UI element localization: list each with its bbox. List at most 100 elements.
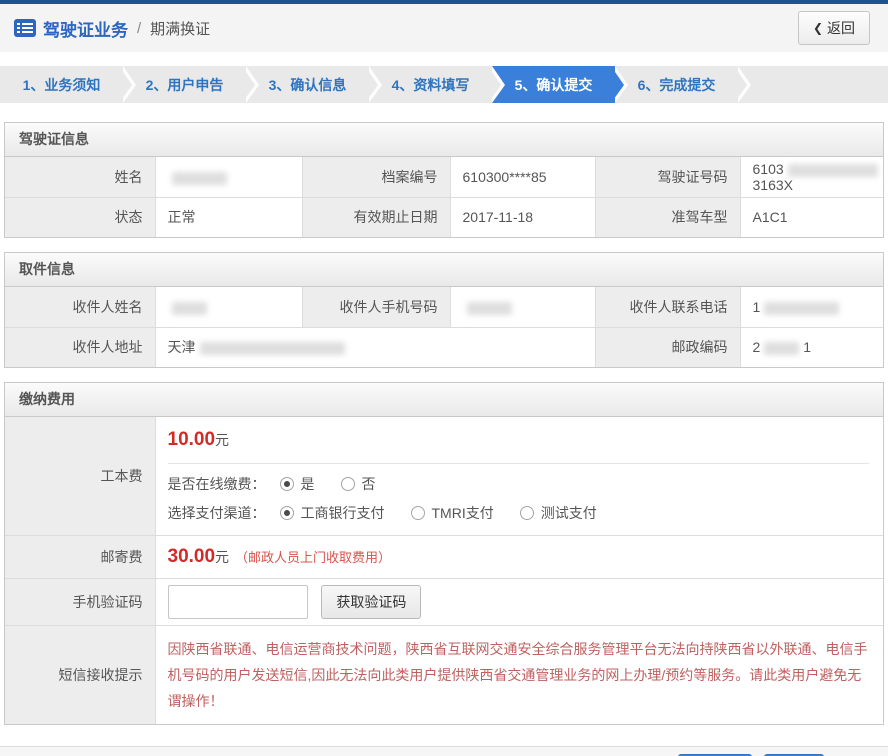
radio-unchecked-icon [411, 506, 425, 520]
step-4-fill-data[interactable]: 4、资料填写 [369, 66, 492, 103]
recipient-name-label: 收件人姓名 [5, 287, 155, 327]
page-title: 驾驶证业务 [43, 16, 128, 41]
license-no-prefix: 6103 [753, 161, 784, 177]
redacted-license-no [788, 164, 878, 177]
channel-tmri-option[interactable]: TMRI支付 [411, 503, 494, 523]
divider [168, 463, 870, 464]
pay-channel-question: 选择支付渠道： [168, 503, 266, 523]
sms-code-input[interactable] [168, 585, 308, 619]
table-row: 收件人姓名 收件人手机号码 收件人联系电话 1 [5, 287, 883, 327]
postcode-value: 21 [740, 327, 883, 367]
step-3-confirm-info[interactable]: 3、确认信息 [246, 66, 369, 103]
license-info-section: 驾驶证信息 姓名 档案编号 610300****85 驾驶证号码 6103316… [4, 122, 884, 238]
get-code-button[interactable]: 获取验证码 [321, 585, 421, 619]
redacted-name [172, 172, 227, 185]
postcode-prefix: 2 [753, 339, 761, 355]
channel-icbc-label: 工商银行支付 [301, 503, 385, 523]
step-5-confirm-submit[interactable]: 5、确认提交 [492, 66, 615, 103]
channel-icbc-option[interactable]: 工商银行支付 [280, 503, 385, 523]
recipient-name-value [155, 287, 302, 327]
step-label: 1、业务须知 [23, 75, 101, 95]
online-pay-yes-option[interactable]: 是 [280, 474, 315, 494]
valid-until-value: 2017-11-18 [450, 197, 595, 237]
channel-test-label: 测试支付 [541, 503, 597, 523]
recipient-mobile-value [450, 287, 595, 327]
back-button[interactable]: ❮ 返回 [798, 11, 870, 45]
table-row: 手机验证码 获取验证码 [5, 579, 883, 626]
redacted-mobile [467, 302, 512, 315]
table-row: 收件人地址 天津 邮政编码 21 [5, 327, 883, 367]
table-row: 短信接收提示 因陕西省联通、电信运营商技术问题，陕西省互联网交通安全综合服务管理… [5, 626, 883, 725]
sms-tip-text: 因陕西省联通、电信运营商技术问题，陕西省互联网交通安全综合服务管理平台无法向持陕… [168, 636, 870, 714]
license-no-value: 61033163X [740, 157, 883, 197]
redacted-recipient-name [172, 302, 207, 315]
currency-unit: 元 [215, 549, 229, 565]
pickup-info-table: 收件人姓名 收件人手机号码 收件人联系电话 1 收件人地址 天津 邮政编码 21 [5, 287, 883, 367]
online-pay-question: 是否在线缴费： [168, 474, 266, 494]
breadcrumb-current: 期满换证 [150, 18, 210, 39]
postcode-suffix: 1 [803, 339, 811, 355]
step-label: 3、确认信息 [269, 75, 347, 95]
channel-tmri-label: TMRI支付 [432, 503, 494, 523]
radio-unchecked-icon [341, 477, 355, 491]
vehicle-class-value: A1C1 [740, 197, 883, 237]
name-value [155, 157, 302, 197]
phone-prefix: 1 [753, 299, 761, 315]
list-icon [14, 19, 36, 37]
fees-table: 工本费 10.00元 是否在线缴费： 是 否 [5, 417, 883, 724]
channel-test-option[interactable]: 测试支付 [520, 503, 597, 523]
file-no-label: 档案编号 [302, 157, 450, 197]
sms-tip-cell: 因陕西省联通、电信运营商技术问题，陕西省互联网交通安全综合服务管理平台无法向持陕… [155, 626, 883, 725]
postcode-label: 邮政编码 [595, 327, 740, 367]
recipient-address-value: 天津 [155, 327, 595, 367]
redacted-address [200, 342, 345, 355]
radio-checked-icon [280, 477, 294, 491]
redacted-postcode [764, 342, 799, 355]
recipient-address-label: 收件人地址 [5, 327, 155, 367]
step-label: 4、资料填写 [392, 75, 470, 95]
breadcrumb-separator: / [137, 20, 141, 37]
online-pay-yes-label: 是 [301, 474, 315, 494]
back-chevron-icon: ❮ [813, 21, 823, 35]
postage-amount: 30.00 [168, 546, 216, 567]
step-1-business-notice[interactable]: 1、业务须知 [0, 66, 123, 103]
sms-tip-label: 短信接收提示 [5, 626, 155, 725]
redacted-phone [764, 302, 839, 315]
online-pay-no-label: 否 [362, 474, 376, 494]
name-label: 姓名 [5, 157, 155, 197]
vehicle-class-label: 准驾车型 [595, 197, 740, 237]
license-section-title: 驾驶证信息 [5, 123, 883, 157]
production-fee-cell: 10.00元 是否在线缴费： 是 否 选择支付渠道： [155, 417, 883, 536]
page-header: 驾驶证业务 / 期满换证 ❮ 返回 [0, 4, 888, 52]
recipient-mobile-label: 收件人手机号码 [302, 287, 450, 327]
currency-unit: 元 [215, 432, 229, 448]
step-bar-filler [738, 66, 888, 103]
pickup-section-title: 取件信息 [5, 253, 883, 287]
radio-unchecked-icon [520, 506, 534, 520]
footer-action-bar: 上一步 完成 [0, 746, 888, 756]
file-no-value: 610300****85 [450, 157, 595, 197]
step-6-complete-submit[interactable]: 6、完成提交 [615, 66, 738, 103]
step-2-user-declaration[interactable]: 2、用户申告 [123, 66, 246, 103]
fees-section: 缴纳费用 工本费 10.00元 是否在线缴费： 是 否 [4, 382, 884, 725]
back-label: 返回 [827, 18, 855, 38]
radio-checked-icon [280, 506, 294, 520]
step-label: 6、完成提交 [638, 75, 716, 95]
fees-section-title: 缴纳费用 [5, 383, 883, 417]
recipient-phone-label: 收件人联系电话 [595, 287, 740, 327]
address-prefix: 天津 [168, 339, 196, 355]
table-row: 姓名 档案编号 610300****85 驾驶证号码 61033163X [5, 157, 883, 197]
license-no-label: 驾驶证号码 [595, 157, 740, 197]
step-breadcrumb: 1、业务须知 2、用户申告 3、确认信息 4、资料填写 5、确认提交 6、完成提… [0, 66, 888, 103]
online-pay-no-option[interactable]: 否 [341, 474, 376, 494]
step-label: 5、确认提交 [515, 75, 593, 95]
table-row: 邮寄费 30.00元（邮政人员上门收取费用） [5, 536, 883, 579]
table-row: 状态 正常 有效期止日期 2017-11-18 准驾车型 A1C1 [5, 197, 883, 237]
status-label: 状态 [5, 197, 155, 237]
postage-cell: 30.00元 （邮政人员上门收取费用） [155, 536, 883, 579]
online-pay-row: 是否在线缴费： 是 否 [168, 474, 870, 494]
status-value: 正常 [155, 197, 302, 237]
recipient-phone-value: 1 [740, 287, 883, 327]
postage-note: （邮政人员上门收取费用） [235, 550, 391, 565]
valid-until-label: 有效期止日期 [302, 197, 450, 237]
